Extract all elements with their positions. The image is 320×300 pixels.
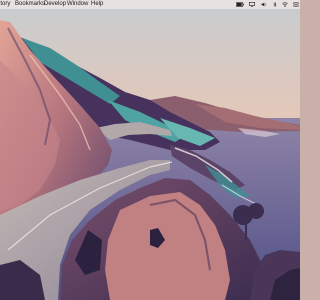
- menu-help[interactable]: Help: [91, 0, 103, 9]
- desktop-wallpaper: [0, 0, 300, 300]
- menu-bar: ntory Bookmarks Develop Window Help: [0, 0, 300, 9]
- display-icon[interactable]: [249, 2, 255, 7]
- bluetooth-icon[interactable]: [273, 2, 277, 7]
- desktop-screen: ntory Bookmarks Develop Window Help: [0, 0, 300, 300]
- menu-develop[interactable]: Develop: [44, 0, 66, 9]
- volume-icon[interactable]: [261, 2, 267, 7]
- menu-window[interactable]: Window: [67, 0, 88, 9]
- battery-icon[interactable]: [236, 2, 244, 7]
- menu-history[interactable]: ntory: [0, 0, 10, 9]
- control-center-icon[interactable]: [293, 2, 299, 7]
- menu-bookmarks[interactable]: Bookmarks: [15, 0, 45, 9]
- wifi-icon[interactable]: [282, 2, 288, 7]
